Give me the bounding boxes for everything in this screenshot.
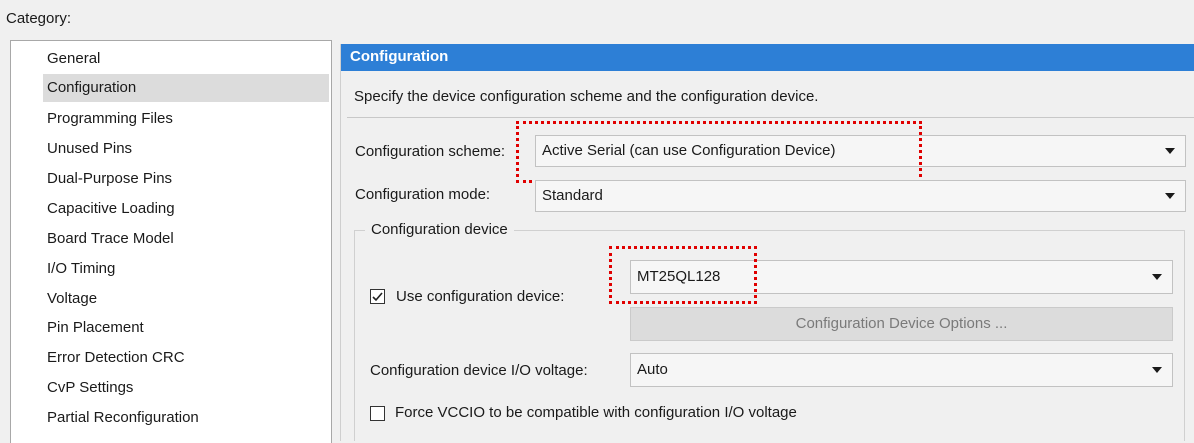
category-item-error-detection-crc[interactable]: Error Detection CRC <box>43 344 329 372</box>
force-vccio-label[interactable]: Force VCCIO to be compatible with config… <box>395 404 797 421</box>
configuration-device-group: Configuration device Use configuration d… <box>354 221 1185 441</box>
io-voltage-select[interactable]: Auto <box>630 353 1173 387</box>
category-item-configuration[interactable]: Configuration <box>43 74 329 102</box>
divider <box>347 117 1194 118</box>
configuration-scheme-label: Configuration scheme: <box>355 143 506 160</box>
category-label: Category: <box>6 10 72 27</box>
configuration-device-group-title: Configuration device <box>365 221 514 238</box>
io-voltage-value: Auto <box>637 361 668 378</box>
configuration-device-select[interactable]: MT25QL128 <box>630 260 1173 294</box>
configuration-device-options-button[interactable]: Configuration Device Options ... <box>630 307 1173 341</box>
io-voltage-label: Configuration device I/O voltage: <box>370 362 588 379</box>
category-list: General Configuration Programming Files … <box>10 40 332 443</box>
category-item-pin-placement[interactable]: Pin Placement <box>43 314 329 342</box>
force-vccio-checkbox[interactable] <box>370 406 385 421</box>
category-item-cvp-settings[interactable]: CvP Settings <box>43 374 329 402</box>
panel-description: Specify the device configuration scheme … <box>354 88 819 105</box>
use-configuration-device-checkbox[interactable] <box>370 289 385 304</box>
category-item-partial-reconfiguration[interactable]: Partial Reconfiguration <box>43 404 329 432</box>
category-item-dual-purpose-pins[interactable]: Dual-Purpose Pins <box>43 165 329 193</box>
caret-down-icon <box>1152 367 1162 373</box>
caret-down-icon <box>1152 274 1162 280</box>
category-item-capacitive-loading[interactable]: Capacitive Loading <box>43 195 329 223</box>
category-item-voltage[interactable]: Voltage <box>43 285 329 313</box>
configuration-device-value: MT25QL128 <box>637 268 721 285</box>
category-item-unused-pins[interactable]: Unused Pins <box>43 135 329 163</box>
panel-title: Configuration <box>341 44 1194 71</box>
category-item-io-timing[interactable]: I/O Timing <box>43 255 329 283</box>
check-icon <box>372 292 383 302</box>
configuration-panel: Configuration Specify the device configu… <box>340 44 1194 441</box>
category-item-board-trace-model[interactable]: Board Trace Model <box>43 225 329 253</box>
category-item-general[interactable]: General <box>43 45 329 73</box>
configuration-mode-select[interactable]: Standard <box>535 180 1186 212</box>
configuration-mode-label: Configuration mode: <box>355 186 491 203</box>
category-item-programming-files[interactable]: Programming Files <box>43 105 329 133</box>
caret-down-icon <box>1165 193 1175 199</box>
caret-down-icon <box>1165 148 1175 154</box>
configuration-scheme-value: Active Serial (can use Configuration Dev… <box>542 142 836 159</box>
use-configuration-device-label[interactable]: Use configuration device: <box>396 288 564 305</box>
configuration-scheme-select[interactable]: Active Serial (can use Configuration Dev… <box>535 135 1186 167</box>
configuration-mode-value: Standard <box>542 187 603 204</box>
